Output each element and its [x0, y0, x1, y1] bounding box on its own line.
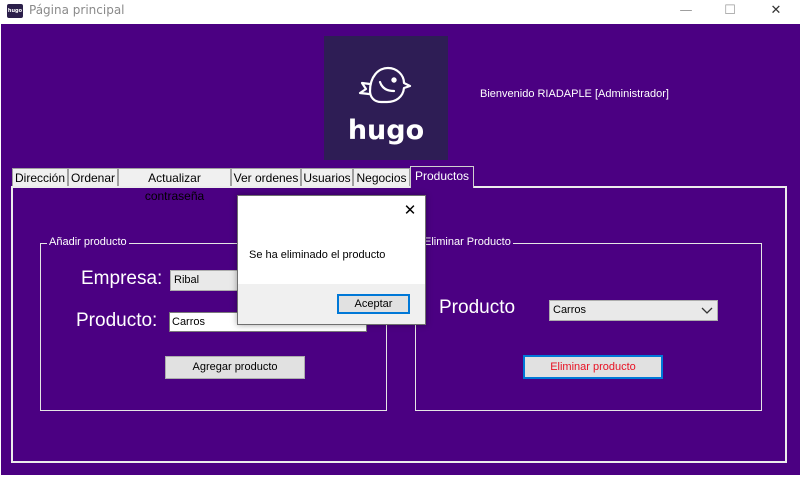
empresa-label: Empresa: [81, 268, 163, 289]
tab-usuarios[interactable]: Usuarios [301, 168, 353, 186]
title-bar: hugo Página principal — ☐ ✕ [0, 0, 801, 24]
producto-label: Producto: [76, 310, 158, 331]
empresa-value: Ribal [174, 274, 200, 286]
delete-product-value: Carros [553, 304, 587, 316]
dialog-footer: Aceptar [238, 284, 425, 324]
minimize-button[interactable]: — [663, 0, 709, 22]
chevron-down-icon [701, 307, 713, 314]
tab-actualizar-contrasena[interactable]: Actualizar contraseña [118, 168, 231, 203]
message-dialog: ✕ Se ha eliminado el producto Aceptar [237, 195, 426, 325]
tab-negocios[interactable]: Negocios [353, 168, 410, 186]
add-product-title: Añadir producto [47, 236, 129, 248]
dialog-ok-button[interactable]: Aceptar [337, 294, 410, 314]
delete-product-button[interactable]: Eliminar producto [523, 355, 663, 379]
tab-productos[interactable]: Productos [410, 166, 474, 188]
tab-ordenar[interactable]: Ordenar [68, 168, 118, 186]
delete-product-title: Eliminar Producto [422, 236, 513, 248]
bird-icon: hugo [348, 66, 424, 146]
delete-producto-label: Producto [439, 297, 516, 318]
dialog-close-button[interactable]: ✕ [400, 200, 420, 220]
welcome-text: Bienvenido RIADAPLE [Administrador] [480, 88, 669, 100]
producto-input-value: Carros [172, 316, 206, 328]
dialog-message: Se ha eliminado el producto [249, 249, 386, 261]
logo-text: hugo [348, 115, 424, 146]
delete-product-combobox[interactable]: Carros [549, 300, 718, 321]
logo: hugo [324, 36, 448, 160]
tab-direccion[interactable]: Dirección [12, 168, 68, 186]
maximize-button[interactable]: ☐ [707, 0, 753, 22]
close-window-button[interactable]: ✕ [753, 0, 799, 22]
window-title: Página principal [29, 3, 125, 17]
tab-ver-ordenes[interactable]: Ver ordenes [231, 168, 301, 186]
app-icon: hugo [7, 4, 23, 18]
delete-product-group: Eliminar Producto [415, 236, 762, 411]
add-product-button[interactable]: Agregar producto [165, 356, 305, 379]
